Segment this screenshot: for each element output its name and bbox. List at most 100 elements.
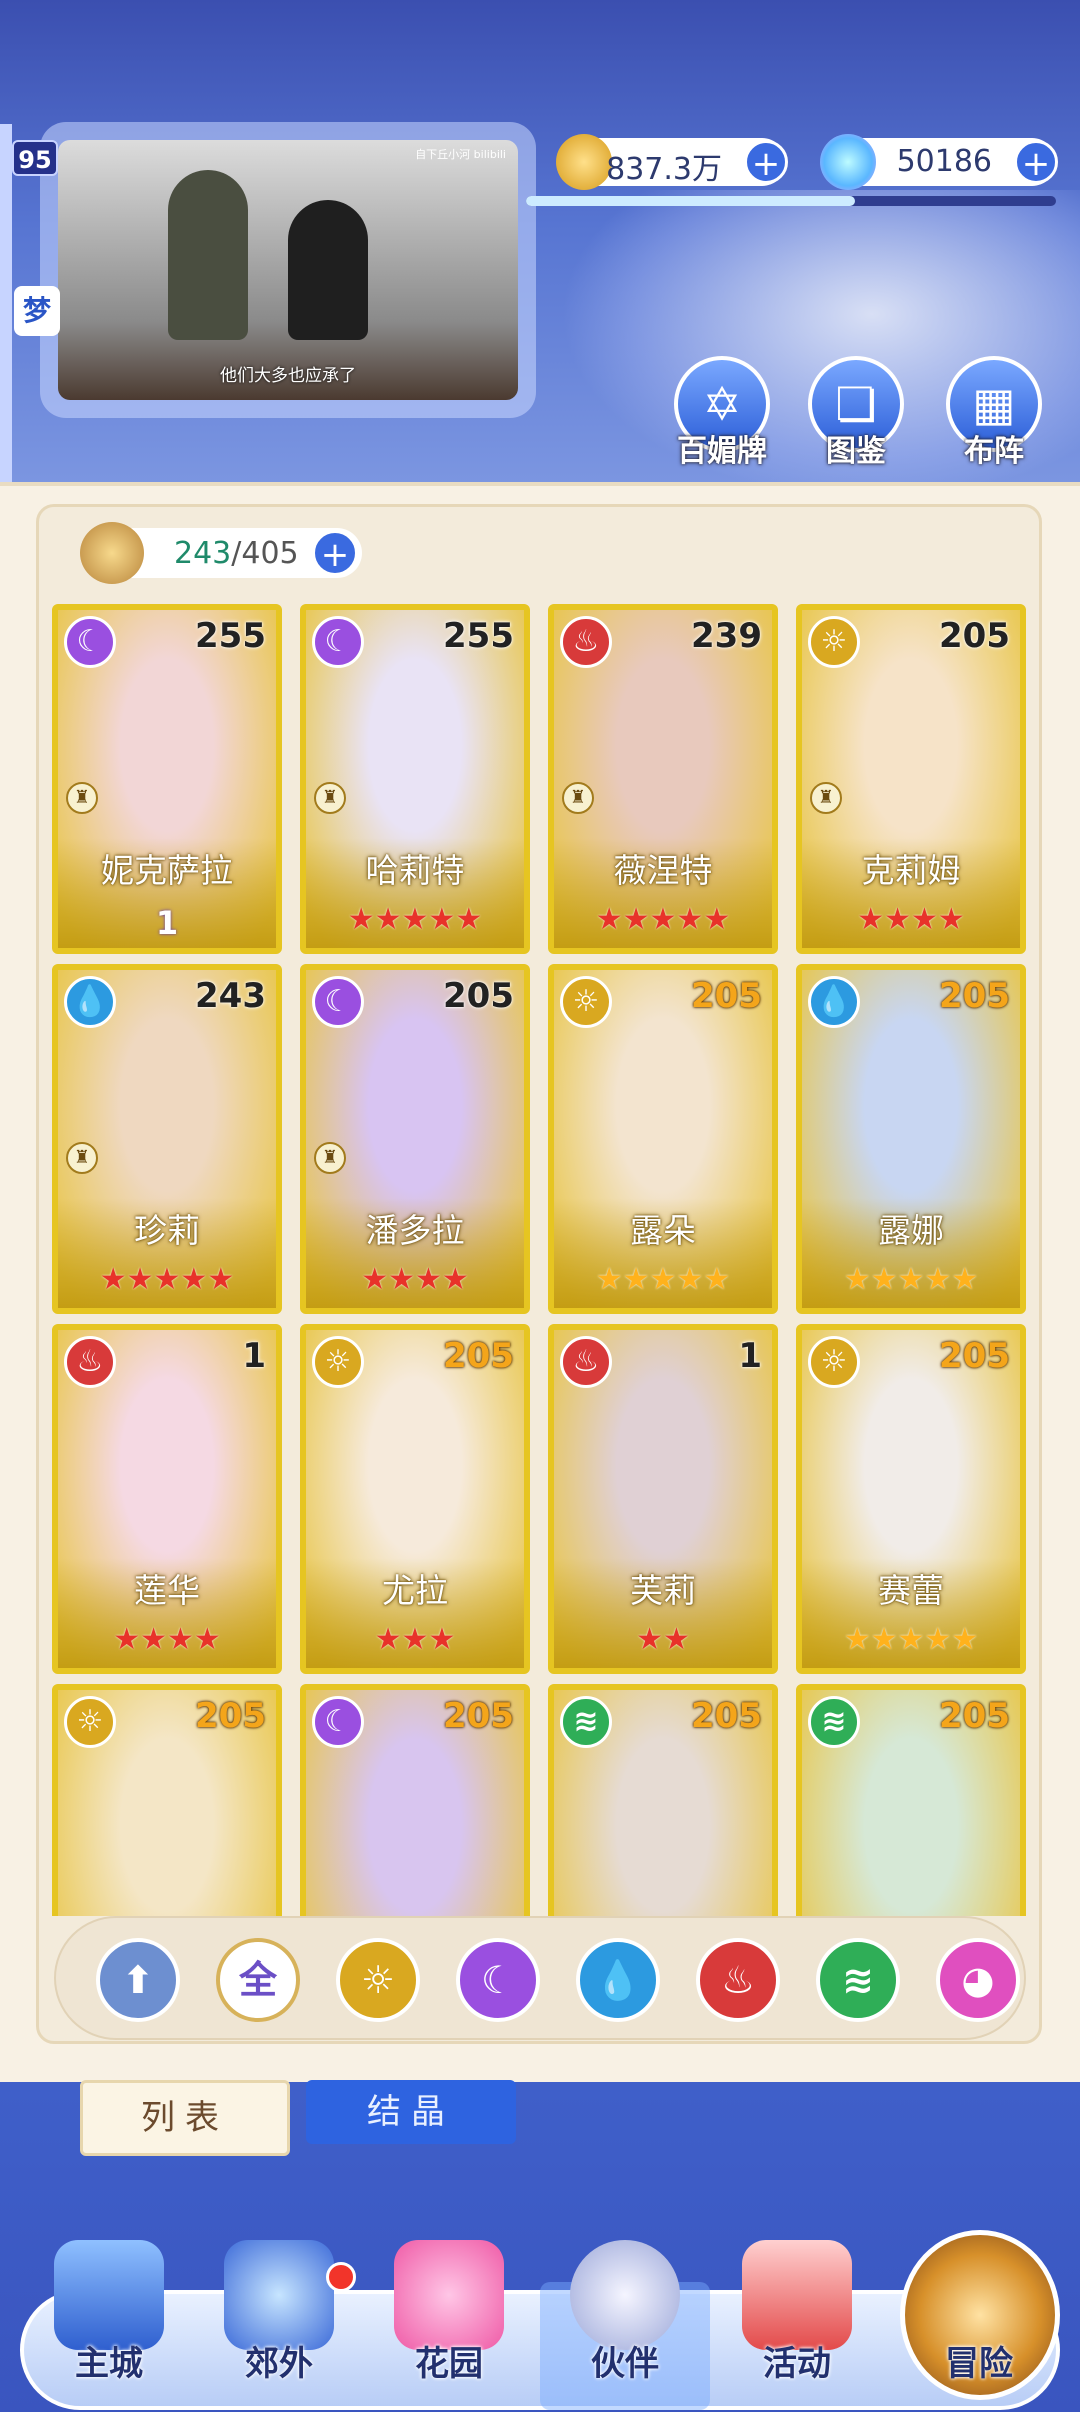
gold-coin-icon — [556, 134, 612, 190]
nav-main-city[interactable]: 主城 — [34, 2240, 184, 2410]
adventure-spacer — [924, 2240, 1034, 2350]
character-card[interactable]: ☾ 205 ♜ 潘多拉 ★★★★ — [300, 964, 530, 1314]
video-frame[interactable]: 自下丘小河 bilibili 他们大多也应承了 — [58, 140, 518, 400]
roster-count: 243/405 + — [80, 522, 362, 584]
formation-button[interactable]: ▦ 布阵 — [946, 356, 1042, 470]
gallery-button[interactable]: ❏ 图鉴 — [808, 356, 904, 470]
partner-icon — [570, 2240, 680, 2350]
role-icon: ♜ — [314, 1142, 346, 1174]
character-name: 芙莉 — [630, 1571, 696, 1610]
filter-sort-button[interactable]: ⬆ — [96, 1938, 180, 2022]
character-card[interactable]: ≋ 205 — [796, 1684, 1026, 1916]
star-rating: ★★★ — [374, 1622, 456, 1657]
character-card[interactable]: ♨ 1 芙莉 ★★ — [548, 1324, 778, 1674]
add-gem-button[interactable]: + — [1014, 140, 1058, 184]
character-name: 莲华 — [134, 1571, 200, 1610]
character-card[interactable]: ☼ 205 ♜ 克莉姆 ★★★★ — [796, 604, 1026, 954]
character-card[interactable]: ☼ 205 — [52, 1684, 282, 1916]
gem-value: 50186 — [896, 144, 992, 179]
gold-value: 837.3万 — [606, 152, 722, 187]
character-level: 205 — [939, 1696, 1010, 1736]
character-card[interactable]: ♨ 1 莲华 ★★★★ — [52, 1324, 282, 1674]
expand-roster-button[interactable]: + — [312, 530, 358, 576]
character-name: 露娜 — [878, 1211, 944, 1250]
magic-circle-icon — [224, 2240, 334, 2350]
filter-moon-button[interactable]: ☾ — [456, 1938, 540, 2022]
character-card[interactable]: ☼ 205 尤拉 ★★★ — [300, 1324, 530, 1674]
filter-wind-button[interactable]: ≋ — [816, 1938, 900, 2022]
star-rating: ★★★★ — [857, 902, 965, 937]
fire-element-icon: ♨ — [560, 616, 612, 668]
character-card[interactable]: 💧 243 ♜ 珍莉 ★★★★★ — [52, 964, 282, 1314]
dream-icon[interactable]: 梦 — [14, 286, 60, 336]
filter-special-button[interactable]: ◕ — [936, 1938, 1020, 2022]
character-level: 1 — [738, 1336, 762, 1376]
star-rating: ★★★★★ — [595, 1262, 731, 1297]
roster-max: 405 — [241, 536, 299, 571]
castle-icon — [54, 2240, 164, 2350]
heart-icon — [394, 2240, 504, 2350]
nav-partners-label: 伙伴 — [591, 2344, 659, 2384]
character-level: 205 — [939, 616, 1010, 656]
nav-events[interactable]: 活动 — [722, 2240, 872, 2410]
character-name: 露朵 — [630, 1211, 696, 1250]
video-overlay[interactable]: 自下丘小河 bilibili 他们大多也应承了 — [40, 122, 536, 418]
character-name: 哈莉特 — [365, 851, 465, 890]
nav-outskirts-label: 郊外 — [245, 2344, 313, 2384]
gift-icon — [742, 2240, 852, 2350]
baimei-card-button[interactable]: ✡ 百媚牌 — [674, 356, 770, 470]
video-watermark: 自下丘小河 bilibili — [415, 148, 506, 161]
star-rating: ★★★★★ — [595, 902, 731, 937]
star-rating: ★★★★★ — [843, 1262, 979, 1297]
video-figure-left — [168, 170, 248, 340]
fire-element-icon: ♨ — [64, 1336, 116, 1388]
character-card[interactable]: ☾ 255 ♜ 妮克萨拉 1 — [52, 604, 282, 954]
role-icon: ♜ — [562, 782, 594, 814]
moon-element-icon: ☾ — [312, 616, 364, 668]
filter-water-button[interactable]: 💧 — [576, 1938, 660, 2022]
sun-element-icon: ☼ — [64, 1696, 116, 1748]
awaken-badge: 1 — [155, 904, 179, 942]
xp-progress-fill — [526, 196, 855, 206]
character-card[interactable]: ♨ 239 ♜ 薇涅特 ★★★★★ — [548, 604, 778, 954]
moon-element-icon: ☾ — [64, 616, 116, 668]
nav-garden[interactable]: 花园 — [374, 2240, 524, 2410]
add-gold-button[interactable]: + — [744, 140, 788, 184]
player-level-badge[interactable]: 95 — [12, 140, 58, 176]
filter-all-button[interactable]: 全 — [216, 1938, 300, 2022]
character-level: 205 — [195, 1696, 266, 1736]
filter-sun-button[interactable]: ☼ — [336, 1938, 420, 2022]
character-level: 255 — [443, 616, 514, 656]
tab-list[interactable]: 列表 — [80, 2080, 290, 2156]
nav-adventure[interactable]: 冒险 — [904, 2240, 1054, 2410]
character-card[interactable]: ≋ 205 — [548, 1684, 778, 1916]
moon-element-icon: ☾ — [312, 976, 364, 1028]
character-card[interactable]: ☼ 205 露朵 ★★★★★ — [548, 964, 778, 1314]
video-figure-right — [288, 200, 368, 340]
sun-element-icon: ☼ — [312, 1336, 364, 1388]
tab-crystal[interactable]: 结晶 — [306, 2080, 516, 2144]
character-card[interactable]: ☼ 205 赛蕾 ★★★★★ — [796, 1324, 1026, 1674]
character-level: 205 — [939, 1336, 1010, 1376]
star-rating: ★★★★ — [113, 1622, 221, 1657]
role-icon: ♜ — [810, 782, 842, 814]
character-card[interactable]: 💧 205 露娜 ★★★★★ — [796, 964, 1026, 1314]
nav-events-label: 活动 — [763, 2344, 831, 2384]
character-level: 205 — [443, 1336, 514, 1376]
character-level: 255 — [195, 616, 266, 656]
baimei-card-label: 百媚牌 — [677, 434, 767, 469]
character-level: 1 — [242, 1336, 266, 1376]
character-name: 妮克萨拉 — [101, 851, 233, 890]
character-level: 205 — [691, 976, 762, 1016]
character-name: 潘多拉 — [365, 1211, 465, 1250]
star-rating: ★★★★★ — [347, 902, 483, 937]
nav-partners[interactable]: 伙伴 — [550, 2240, 700, 2410]
character-card[interactable]: ☾ 255 ♜ 哈莉特 ★★★★★ — [300, 604, 530, 954]
role-icon: ♜ — [66, 1142, 98, 1174]
filter-fire-button[interactable]: ♨ — [696, 1938, 780, 2022]
role-icon: ♜ — [66, 782, 98, 814]
character-card[interactable]: ☾ 205 — [300, 1684, 530, 1916]
sun-element-icon: ☼ — [808, 616, 860, 668]
fire-element-icon: ♨ — [560, 1336, 612, 1388]
gem-icon — [820, 134, 876, 190]
